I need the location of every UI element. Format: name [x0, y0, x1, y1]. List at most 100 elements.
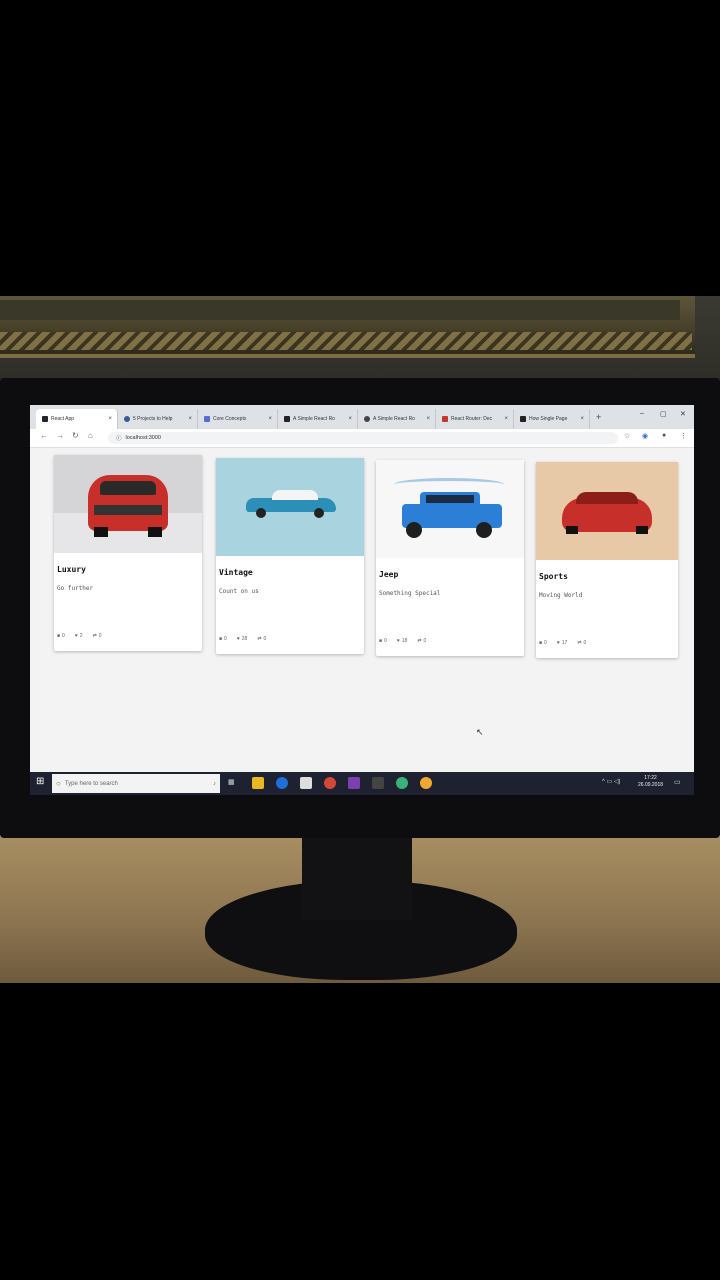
maximize-icon[interactable]: ▢	[660, 410, 667, 418]
retweet-stat[interactable]: ⇄ 0	[577, 640, 586, 646]
tab-close-icon[interactable]: ×	[426, 416, 430, 422]
retweet-stat[interactable]: ⇄ 0	[417, 638, 426, 644]
mouse-cursor-icon: ↖	[476, 727, 484, 737]
tab-close-icon[interactable]: ×	[188, 416, 192, 422]
retweet-count: 0	[583, 640, 587, 646]
tab-close-icon[interactable]: ×	[348, 416, 352, 422]
card-luxury[interactable]: Luxury Go further ■ 0 ♥ 2 ⇄ 0	[54, 455, 202, 651]
comment-stat[interactable]: ■ 0	[219, 636, 227, 642]
jeep-wheel	[406, 522, 422, 538]
cloud-decoration	[394, 478, 504, 491]
tab-close-icon[interactable]: ×	[268, 416, 272, 422]
task-view-icon[interactable]: ▦	[228, 778, 235, 786]
site-favicon-icon	[442, 416, 448, 422]
car-wheel	[256, 508, 266, 518]
forward-icon[interactable]: →	[56, 431, 64, 440]
taskbar-search-input[interactable]: ○ Type here to search ♪	[52, 774, 220, 793]
tab-label: 5 Projects to Help	[133, 416, 173, 422]
tab-simple-react-router-2[interactable]: A Simple React Ro ×	[358, 409, 436, 429]
tab-simple-react-router-1[interactable]: A Simple React Ro ×	[278, 409, 358, 429]
heart-icon: ♥	[396, 638, 400, 644]
notification-icon[interactable]: ▭	[674, 778, 681, 786]
chrome-icon[interactable]	[324, 777, 336, 789]
tab-label: Core Concepts	[213, 416, 247, 422]
minimize-icon[interactable]: –	[640, 410, 644, 417]
card-image	[216, 458, 364, 556]
picture-frame-inner	[0, 300, 680, 320]
comment-count: 0	[224, 636, 227, 642]
react-favicon-icon	[42, 416, 48, 422]
comment-count: 0	[62, 633, 65, 639]
tab-react-router-dec[interactable]: React Router: Dec ×	[436, 409, 514, 429]
tab-close-icon[interactable]: ×	[504, 416, 508, 422]
tab-single-page[interactable]: How Single Page ×	[514, 409, 590, 429]
search-placeholder: Type here to search	[64, 780, 118, 787]
car-windshield	[576, 492, 638, 504]
monitor-stand-neck	[302, 830, 412, 920]
browser-address-bar: ← → ↻ ⌂ ⓘ localhost:3000 ☆ ◉ ● ⋮	[30, 429, 694, 448]
site-favicon-icon	[124, 416, 130, 422]
comment-stat[interactable]: ■ 0	[539, 640, 547, 646]
comment-stat[interactable]: ■ 0	[57, 633, 65, 639]
tab-5-projects[interactable]: 5 Projects to Help ×	[118, 409, 198, 429]
card-title: Luxury	[57, 565, 86, 574]
card-subtitle: Go further	[57, 585, 94, 592]
windows-taskbar: ⊞ ○ Type here to search ♪ ▦ ^ ▭ ◁) 17:22…	[30, 772, 694, 795]
tab-react-app[interactable]: React App ×	[36, 409, 118, 429]
system-tray-icons[interactable]: ^ ▭ ◁)	[602, 778, 620, 785]
visual-studio-icon[interactable]	[348, 777, 360, 789]
clock-time: 17:22	[644, 775, 657, 781]
url-input[interactable]: ⓘ localhost:3000	[108, 432, 618, 444]
bookmark-star-icon[interactable]: ☆	[624, 432, 630, 440]
tab-label: A Simple React Ro	[293, 416, 335, 422]
microphone-icon[interactable]: ♪	[213, 781, 216, 787]
terminal-icon[interactable]	[372, 777, 384, 789]
retweet-count: 0	[423, 638, 427, 644]
app-icon[interactable]	[396, 777, 408, 789]
car-wheel	[94, 527, 108, 537]
jeep-wheel	[476, 522, 492, 538]
card-subtitle: Moving World	[539, 592, 583, 599]
profile-icon[interactable]: ●	[662, 432, 666, 439]
comment-count: 0	[544, 640, 547, 646]
back-icon[interactable]: ←	[40, 431, 48, 440]
card-title: Vintage	[219, 568, 253, 577]
retweet-stat[interactable]: ⇄ 0	[257, 636, 266, 642]
tab-close-icon[interactable]: ×	[580, 416, 584, 422]
like-stat[interactable]: ♥ 18	[397, 638, 408, 644]
file-explorer-icon[interactable]	[252, 777, 264, 789]
tab-core-concepts[interactable]: Core Concepts ×	[198, 409, 278, 429]
edge-icon[interactable]	[276, 777, 288, 789]
like-stat[interactable]: ♥ 17	[557, 640, 568, 646]
card-vintage[interactable]: Vintage Count on us ■ 0 ♥ 28 ⇄ 0	[216, 458, 364, 654]
monitor-screen: React App × 5 Projects to Help × Core Co…	[30, 405, 694, 795]
car-grille	[94, 505, 162, 515]
retweet-count: 0	[98, 633, 102, 639]
comment-stat[interactable]: ■ 0	[379, 638, 387, 644]
car-windshield	[100, 481, 156, 495]
taskbar-clock[interactable]: 17:22 26.09.2018	[638, 775, 663, 789]
comment-icon: ■	[539, 640, 543, 646]
chrome-icon[interactable]	[420, 777, 432, 789]
card-jeep[interactable]: Jeep Something Special ■ 0 ♥ 18 ⇄ 0	[376, 460, 524, 656]
car-roof	[272, 490, 318, 500]
like-count: 28	[241, 636, 248, 642]
new-tab-icon[interactable]: +	[596, 412, 601, 422]
close-window-icon[interactable]: ✕	[680, 410, 686, 418]
car-wheel	[148, 527, 162, 537]
store-icon[interactable]	[300, 777, 312, 789]
reload-icon[interactable]: ↻	[72, 431, 79, 440]
windows-start-icon[interactable]: ⊞	[36, 776, 44, 787]
like-stat[interactable]: ♥ 28	[237, 636, 248, 642]
heart-icon: ♥	[236, 636, 240, 642]
tab-close-icon[interactable]: ×	[108, 416, 112, 422]
like-stat[interactable]: ♥ 2	[75, 633, 83, 639]
home-icon[interactable]: ⌂	[88, 431, 93, 440]
extension-icon[interactable]: ◉	[642, 432, 648, 440]
browser-tab-bar: React App × 5 Projects to Help × Core Co…	[30, 405, 694, 429]
picture-frame-ornament	[0, 332, 692, 350]
retweet-count: 0	[263, 636, 267, 642]
retweet-stat[interactable]: ⇄ 0	[93, 633, 102, 639]
card-sports[interactable]: Sports Moving World ■ 0 ♥ 17 ⇄ 0	[536, 462, 678, 658]
menu-icon[interactable]: ⋮	[680, 432, 687, 440]
